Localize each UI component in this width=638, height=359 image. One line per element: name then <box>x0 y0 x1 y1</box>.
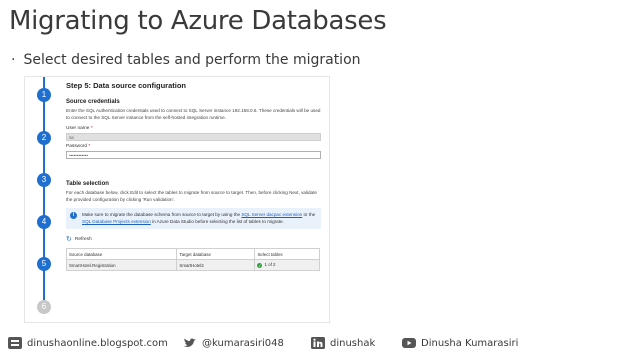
footer-blog[interactable]: dinushaonline.blogspot.com <box>8 337 168 349</box>
youtube-icon <box>402 338 416 348</box>
source-database-cell: SmartHotel.Registration <box>65 259 178 271</box>
bullet-text: Select desired tables and perform the mi… <box>23 52 361 68</box>
check-icon: ✓ <box>257 262 263 268</box>
schema-info-banner: i Make sure to migrate the database sche… <box>66 208 321 229</box>
slide-footer: dinushaonline.blogspot.com @kumarasiri04… <box>0 331 638 359</box>
linkedin-icon <box>311 337 325 349</box>
target-database-cell: SmartHotel2 <box>176 259 256 271</box>
step-title: Step 5: Data source configuration <box>66 81 187 90</box>
username-label: User name * <box>66 126 93 131</box>
source-credentials-description: Enter the SQL Authentication credentials… <box>66 108 321 120</box>
migration-wizard-panel: 1 2 3 4 5 6 Step 5: Data source configur… <box>24 76 330 323</box>
footer-twitter[interactable]: @kumarasiri048 <box>183 337 284 349</box>
dacpac-extension-link[interactable]: SQL Server dacpac extension <box>241 212 302 217</box>
twitter-icon <box>184 338 196 347</box>
source-credentials-heading: Source credentials <box>66 99 120 105</box>
step-5[interactable]: 5 <box>37 257 51 271</box>
table-selection-heading: Table selection <box>66 181 109 187</box>
wizard-stepper: 1 2 3 4 5 6 <box>34 77 54 322</box>
blogger-icon <box>8 337 22 349</box>
refresh-icon: ↻ <box>66 236 72 243</box>
wizard-content: Step 5: Data source configuration Source… <box>65 81 321 271</box>
database-table: Source database Target database Select t… <box>65 248 320 271</box>
info-icon: i <box>70 212 77 219</box>
slide-bullet: · Select desired tables and perform the m… <box>11 52 361 68</box>
bullet-dot: · <box>11 52 16 68</box>
footer-youtube[interactable]: Dinusha Kumarasiri <box>402 337 518 349</box>
step-1[interactable]: 1 <box>37 88 51 102</box>
select-tables-cell[interactable]: ✓ 1 of 2 <box>254 259 320 271</box>
step-3[interactable]: 3 <box>37 173 51 187</box>
refresh-button[interactable]: ↻ Refresh <box>66 235 321 243</box>
step-6[interactable]: 6 <box>37 300 51 314</box>
step-4[interactable]: 4 <box>37 215 51 229</box>
password-field[interactable]: •••••••••••• <box>66 151 321 159</box>
table-selection-description: For each database below, click Edit to s… <box>66 190 317 202</box>
footer-linkedin[interactable]: dinushak <box>311 337 375 349</box>
username-field[interactable]: sa <box>66 133 321 141</box>
column-header-target: Target database <box>176 248 256 260</box>
slide-title: Migrating to Azure Databases <box>9 6 387 36</box>
column-header-source: Source database <box>65 248 178 260</box>
password-label: Password * <box>66 144 91 149</box>
database-projects-extension-link[interactable]: SQL Database Projects extension <box>82 219 151 224</box>
column-header-select-tables: Select tables <box>254 248 320 260</box>
step-2[interactable]: 2 <box>37 131 51 145</box>
table-row[interactable]: SmartHotel.Registration SmartHotel2 ✓ 1 o… <box>65 259 320 271</box>
stepper-line <box>43 77 45 309</box>
